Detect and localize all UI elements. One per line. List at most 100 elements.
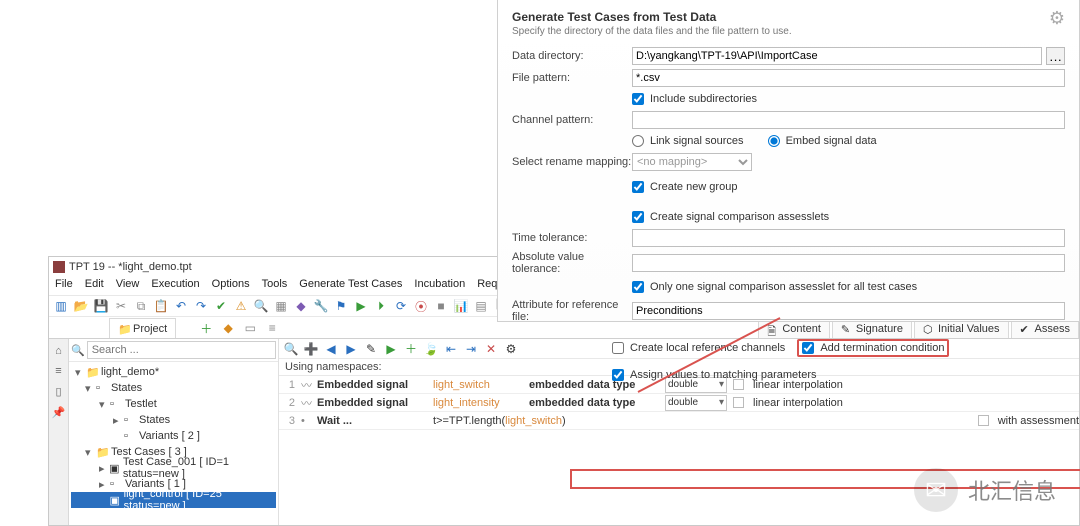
tree-lignt-control[interactable]: ▣lignt_control [ ID=25 status=new ] — [71, 492, 276, 508]
chart-icon[interactable]: 📊 — [453, 298, 469, 314]
keyword: Embedded signal — [317, 379, 427, 391]
step-icon[interactable]: ⦿ — [413, 298, 429, 314]
tree-root[interactable]: ▾📁light_demo* — [71, 364, 276, 380]
project-sidebar: 🔍 ▾📁light_demo* ▾▫States ▾▫Testlet ▸▫Sta… — [69, 339, 279, 525]
tpt-app-icon — [53, 261, 65, 273]
search-input[interactable] — [87, 341, 276, 359]
variant-icon[interactable]: ◆ — [220, 320, 236, 336]
channel-pattern-input[interactable] — [632, 111, 1065, 129]
search-icon[interactable]: 🔍 — [253, 298, 269, 314]
cycle-icon[interactable]: ⟳ — [393, 298, 409, 314]
step-icon2[interactable]: ≡ — [264, 320, 280, 336]
folder-icon: 📁 — [86, 366, 98, 378]
tree-states2[interactable]: ▸▫States — [71, 412, 276, 428]
menu-execution[interactable]: Execution — [151, 278, 199, 294]
abs-tol-label: Absolute value tolerance: — [512, 251, 632, 275]
tab-project[interactable]: 📁Project — [109, 318, 176, 338]
attr-ref-input[interactable] — [632, 302, 1065, 320]
content-icon: 🗎 — [767, 323, 779, 335]
undo-icon[interactable]: ↶ — [173, 298, 189, 314]
create-new-group-checkbox[interactable]: Create new group — [632, 181, 737, 193]
pagenext-icon[interactable]: ⇥ — [463, 341, 479, 357]
generate-testcases-dialog: ⚙ Generate Test Cases from Test Data Spe… — [497, 0, 1080, 322]
wave-icon: 〰 — [301, 395, 311, 411]
folder-icon: 📁 — [96, 446, 108, 458]
include-subdirs-checkbox[interactable]: Include subdirectories — [632, 93, 757, 105]
pageprev-icon[interactable]: ⇤ — [443, 341, 459, 357]
tree-states[interactable]: ▾▫States — [71, 380, 276, 396]
menu-incubation[interactable]: Incubation — [414, 278, 465, 294]
leaf-icon[interactable]: 🍃 — [423, 341, 439, 357]
link-sources-radio[interactable]: Link signal sources — [632, 135, 744, 147]
tree-tc-001[interactable]: ▸▣Test Case_001 [ ID=1 status=new ] — [71, 460, 276, 476]
data-dir-input[interactable] — [632, 47, 1042, 65]
pin-icon[interactable]: 📌 — [52, 406, 66, 419]
runall-icon[interactable]: ⏵ — [373, 298, 389, 314]
config-icon[interactable]: ◆ — [293, 298, 309, 314]
attr-ref-label: Attribute for reference file: — [512, 299, 632, 323]
nav-fwd-icon[interactable]: ▶ — [343, 341, 359, 357]
wave-icon: 〰 — [301, 377, 311, 393]
time-tol-input[interactable] — [632, 229, 1065, 247]
menu-file[interactable]: File — [55, 278, 73, 294]
menu-generate-test-cases[interactable]: Generate Test Cases — [299, 278, 402, 294]
play-icon[interactable]: ▶ — [383, 341, 399, 357]
wechat-icon: ✉ — [914, 468, 958, 512]
abs-tol-input[interactable] — [632, 254, 1065, 272]
dtype-select[interactable]: double — [665, 395, 727, 411]
keyword: Wait ... — [317, 415, 427, 427]
data-dir-label: Data directory: — [512, 50, 632, 62]
list-icon[interactable]: ≡ — [55, 365, 61, 377]
warn-icon[interactable]: ⚠ — [233, 298, 249, 314]
edit-icon[interactable]: ✎ — [363, 341, 379, 357]
save-icon[interactable]: 💾 — [93, 298, 109, 314]
browse-button[interactable]: … — [1046, 47, 1065, 65]
wait-condition: t>=TPT.length(light_switch) — [433, 415, 972, 427]
step-add-icon[interactable]: ➕ — [303, 341, 319, 357]
embed-signal-radio[interactable]: Embed signal data — [768, 135, 877, 147]
add-termination-checkbox[interactable]: Add termination condition — [797, 339, 949, 357]
home-icon[interactable]: ⌂ — [55, 345, 62, 357]
opt-label: with assessment — [998, 415, 1079, 427]
menu-tools[interactable]: Tools — [262, 278, 288, 294]
nav-back-icon[interactable]: ◀ — [323, 341, 339, 357]
create-assesslets-checkbox[interactable]: Create signal comparison assesslets — [632, 211, 829, 223]
testcase-icon: ▣ — [109, 462, 120, 474]
zoom-in-icon[interactable]: 🔍 — [283, 341, 299, 357]
rename-mapping-select[interactable]: <no mapping> — [632, 153, 752, 171]
window-title: TPT 19 -- *light_demo.tpt — [69, 261, 192, 273]
delete-icon[interactable]: ✕ — [483, 341, 499, 357]
menu-options[interactable]: Options — [212, 278, 250, 294]
step-row[interactable]: 2 〰 Embedded signal light_intensity embe… — [279, 394, 1079, 412]
opt-checkbox[interactable] — [733, 397, 744, 408]
file-pattern-input[interactable] — [632, 69, 1065, 87]
redo-icon[interactable]: ↷ — [193, 298, 209, 314]
paste-icon[interactable]: 📋 — [153, 298, 169, 314]
create-local-ref-checkbox[interactable]: Create local reference channels — [612, 339, 785, 357]
keyword: Embedded signal — [317, 397, 427, 409]
add-icon[interactable]: ＋ — [198, 320, 214, 336]
bookmark-icon[interactable]: ▯ — [55, 385, 61, 398]
tree-variants2[interactable]: ▫Variants [ 2 ] — [71, 428, 276, 444]
open-icon[interactable]: 📂 — [73, 298, 89, 314]
time-tol-label: Time tolerance: — [512, 232, 632, 244]
insert-icon[interactable]: ＋ — [403, 341, 419, 357]
wrench-icon[interactable]: 🔧 — [313, 298, 329, 314]
only-one-assesslet-checkbox[interactable]: Only one signal comparison assesslet for… — [632, 281, 917, 293]
new-icon[interactable]: ▥ — [53, 298, 69, 314]
menu-edit[interactable]: Edit — [85, 278, 104, 294]
run-icon[interactable]: ▶ — [353, 298, 369, 314]
opt-checkbox[interactable] — [978, 415, 989, 426]
grid-icon[interactable]: ▦ — [273, 298, 289, 314]
timeline-icon[interactable]: ▭ — [242, 320, 258, 336]
dashboard-icon[interactable]: ▤ — [473, 298, 489, 314]
assign-values-checkbox[interactable]: Assign values to matching parameters — [612, 369, 816, 381]
copy-icon[interactable]: ⧉ — [133, 298, 149, 314]
menu-view[interactable]: View — [116, 278, 140, 294]
flag-icon[interactable]: ⚑ — [333, 298, 349, 314]
tree-testlet[interactable]: ▾▫Testlet — [71, 396, 276, 412]
cut-icon[interactable]: ✂ — [113, 298, 129, 314]
stop-icon[interactable]: ■ — [433, 298, 449, 314]
check-icon[interactable]: ✔ — [213, 298, 229, 314]
step-row-wait[interactable]: 3 • Wait ... t>=TPT.length(light_switch)… — [279, 412, 1079, 430]
